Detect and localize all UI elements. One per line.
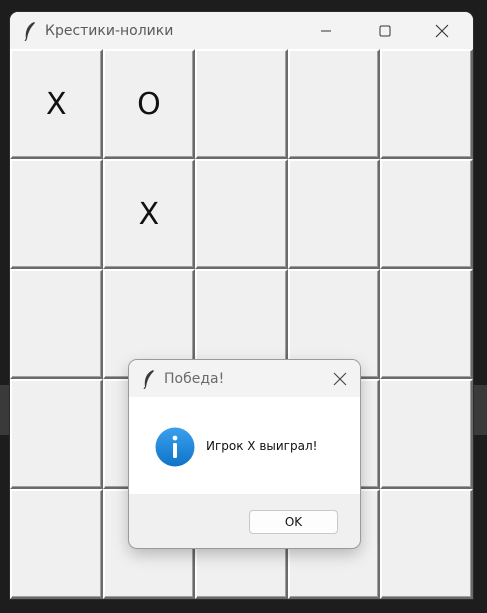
board-cell[interactable]	[10, 269, 103, 379]
ok-button[interactable]: OK	[249, 510, 338, 534]
close-icon	[333, 372, 347, 386]
dialog-titlebar[interactable]: Победа!	[129, 360, 360, 397]
minimize-icon	[321, 30, 331, 31]
board-cell[interactable]	[287, 159, 381, 269]
board-cell[interactable]	[380, 159, 473, 269]
board-cell[interactable]	[287, 49, 381, 159]
victory-dialog: Победа! Игрок X выиграл! OK	[129, 360, 360, 548]
info-icon	[155, 427, 195, 467]
board-cell[interactable]	[380, 379, 473, 489]
background-left	[0, 385, 10, 435]
minimize-button[interactable]	[303, 12, 349, 49]
board-cell[interactable]	[10, 379, 103, 489]
feather-icon	[24, 21, 35, 41]
titlebar[interactable]: Крестики-нолики	[10, 12, 473, 49]
board-cell[interactable]	[380, 489, 473, 599]
board-cell[interactable]	[380, 49, 473, 159]
board-cell[interactable]: X	[102, 159, 196, 269]
dialog-message: Игрок X выиграл!	[206, 439, 318, 453]
feather-icon	[143, 369, 154, 389]
board-cell[interactable]	[195, 159, 288, 269]
maximize-button[interactable]	[362, 12, 408, 49]
dialog-title: Победа!	[164, 370, 225, 387]
board-cell[interactable]	[10, 489, 103, 599]
board-cell[interactable]	[10, 159, 103, 269]
board-cell[interactable]	[380, 269, 473, 379]
board-cell[interactable]	[195, 49, 288, 159]
background-right	[473, 385, 487, 435]
close-button[interactable]	[419, 12, 465, 49]
window-title: Крестики-нолики	[45, 22, 174, 39]
dialog-body: Игрок X выиграл!	[129, 397, 360, 494]
board-cell[interactable]: O	[102, 49, 196, 159]
maximize-icon	[379, 25, 391, 36]
dialog-close-button[interactable]	[330, 369, 350, 389]
board-cell[interactable]: X	[10, 49, 103, 159]
close-icon	[435, 24, 449, 37]
